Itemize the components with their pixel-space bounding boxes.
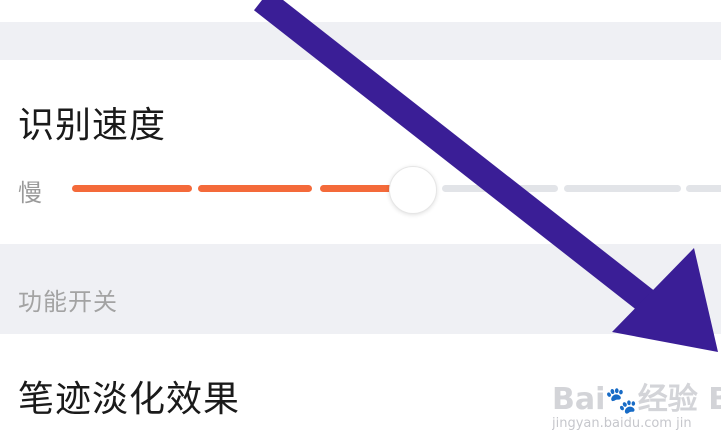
slow-label: 慢: [18, 179, 42, 207]
recognition-speed-title: 识别速度: [18, 105, 167, 146]
baidu-jingyan-watermark: Bai🐾经验 Ba jingyan.baidu.com jin: [552, 374, 721, 442]
section-gap-top: [0, 22, 721, 60]
recognition-speed-slider[interactable]: [72, 166, 721, 214]
slider-segment: [564, 185, 681, 192]
feature-switches-header: 功能开关: [0, 244, 721, 334]
slider-segment: [198, 185, 312, 192]
watermark-brand: Bai🐾经验 Ba: [552, 382, 721, 417]
slider-segment: [686, 185, 721, 192]
top-strip: [0, 0, 721, 22]
slider-segment: [72, 185, 192, 192]
paw-icon: 🐾: [605, 386, 638, 416]
watermark-url: jingyan.baidu.com jin: [552, 416, 692, 431]
stroke-fade-title: 笔迹淡化效果: [18, 379, 241, 420]
recognition-speed-card: 识别速度 慢: [0, 60, 721, 244]
section-label-feature-switches: 功能开关: [18, 288, 118, 316]
slider-segment: [442, 185, 558, 192]
slider-knob[interactable]: [389, 166, 438, 214]
